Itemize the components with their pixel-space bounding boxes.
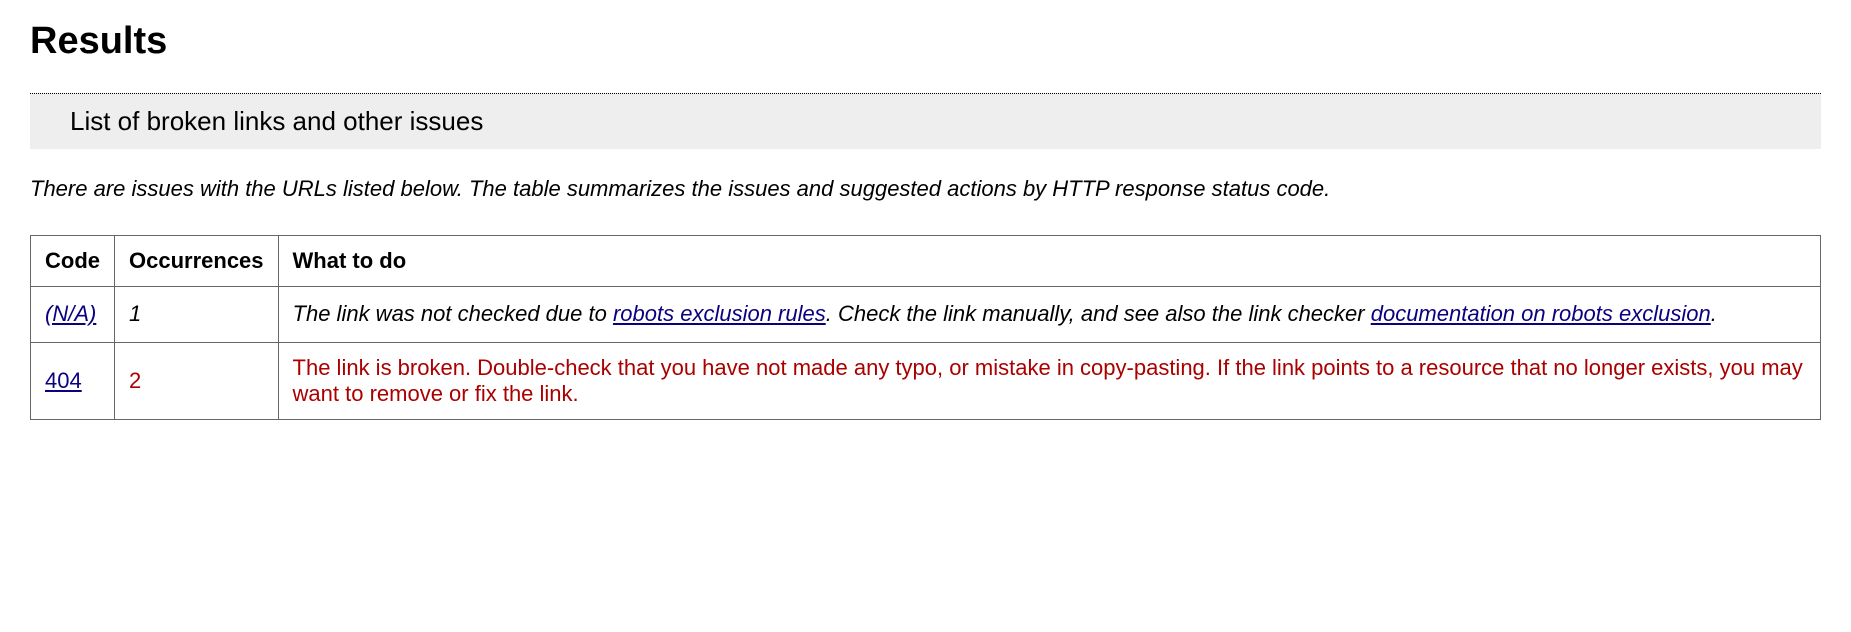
cell-code-na: (N/A): [31, 286, 115, 342]
desc-mid: . Check the link manually, and see also …: [826, 301, 1371, 326]
cell-occurrences-na: 1: [115, 286, 279, 342]
robots-exclusion-link[interactable]: robots exclusion rules: [613, 301, 826, 326]
code-404-link[interactable]: 404: [45, 368, 82, 393]
table-header-row: Code Occurrences What to do: [31, 235, 1821, 286]
issues-table: Code Occurrences What to do (N/A) 1 The …: [30, 235, 1821, 420]
header-whattodo: What to do: [278, 235, 1820, 286]
code-na-link[interactable]: (N/A): [45, 301, 96, 326]
cell-whattodo-404: The link is broken. Double-check that yo…: [278, 342, 1820, 419]
cell-code-404: 404: [31, 342, 115, 419]
desc-pre: The link was not checked due to: [293, 301, 613, 326]
intro-text: There are issues with the URLs listed be…: [30, 174, 1821, 205]
header-code: Code: [31, 235, 115, 286]
cell-occurrences-404: 2: [115, 342, 279, 419]
documentation-link[interactable]: documentation on robots exclusion: [1371, 301, 1711, 326]
table-row: 404 2 The link is broken. Double-check t…: [31, 342, 1821, 419]
occurrences-na: 1: [129, 301, 141, 326]
header-occurrences: Occurrences: [115, 235, 279, 286]
table-row: (N/A) 1 The link was not checked due to …: [31, 286, 1821, 342]
cell-whattodo-na: The link was not checked due to robots e…: [278, 286, 1820, 342]
desc-post: .: [1711, 301, 1717, 326]
results-heading: Results: [30, 20, 1821, 63]
section-header: List of broken links and other issues: [30, 93, 1821, 149]
